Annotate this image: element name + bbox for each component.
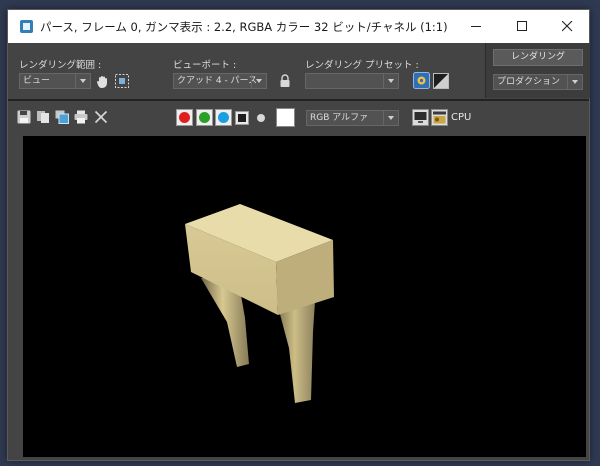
close-button[interactable] (544, 10, 590, 43)
blue-dot-icon (218, 112, 229, 123)
title-bar: パース, フレーム 0, ガンマ表示 : 2.2, RGBA カラー 32 ビッ… (8, 10, 589, 43)
render-window-icon[interactable] (431, 109, 448, 126)
preset-label: レンダリング プリセット : (305, 60, 419, 71)
environment-effects-icon[interactable] (433, 73, 449, 89)
frame-toolbar: RGB アルファ CPU (8, 101, 589, 134)
alpha-channel-icon[interactable] (235, 111, 249, 125)
blue-channel-toggle[interactable] (215, 109, 232, 126)
chevron-down-icon (383, 111, 398, 125)
chevron-down-icon (251, 74, 266, 88)
pan-hand-icon[interactable] (95, 73, 111, 89)
preset-dropdown[interactable] (305, 73, 399, 89)
swatch-box[interactable] (276, 108, 295, 127)
red-channel-toggle[interactable] (176, 109, 193, 126)
minimize-icon (471, 26, 481, 27)
render-area-label: レンダリング範囲 : (19, 60, 102, 71)
viewport-label: ビューポート : (173, 60, 237, 71)
chevron-down-icon (383, 74, 398, 88)
red-dot-icon (179, 112, 190, 123)
copy-icon[interactable] (36, 110, 50, 124)
render-button[interactable]: レンダリング (493, 49, 583, 66)
render-area-value: ビュー (23, 76, 51, 86)
window-title: パース, フレーム 0, ガンマ表示 : 2.2, RGBA カラー 32 ビッ… (40, 20, 448, 34)
viewport-value: クアッド 4 - パース (177, 76, 258, 86)
minimize-button[interactable] (453, 10, 499, 43)
clone-window-icon[interactable] (55, 110, 69, 124)
renderer-label: CPU (451, 112, 472, 123)
close-icon (562, 21, 573, 32)
green-dot-icon (199, 112, 210, 123)
save-icon[interactable] (17, 110, 31, 124)
auto-region-icon[interactable] (114, 73, 130, 89)
green-channel-toggle[interactable] (196, 109, 213, 126)
print-icon[interactable] (74, 110, 88, 124)
lock-icon[interactable] (277, 73, 293, 89)
render-area-dropdown[interactable]: ビュー (19, 73, 91, 89)
render-setup-icon[interactable] (413, 72, 430, 89)
chevron-down-icon (75, 74, 90, 88)
channel-display-value: RGB アルファ (310, 113, 369, 123)
rendered-frame-window: パース, フレーム 0, ガンマ表示 : 2.2, RGBA カラー 32 ビッ… (7, 9, 590, 461)
production-value: プロダクション (497, 77, 561, 87)
production-dropdown[interactable]: プロダクション (493, 74, 583, 90)
app-icon (20, 20, 33, 33)
frame-buffer-toggle-icon[interactable] (412, 109, 429, 126)
chevron-down-icon (567, 75, 582, 89)
channel-display-dropdown[interactable]: RGB アルファ (306, 110, 399, 126)
maximize-icon (517, 21, 527, 31)
render-action-panel: レンダリング プロダクション (485, 43, 590, 98)
viewport-dropdown[interactable]: クアッド 4 - パース (173, 73, 267, 89)
render-viewport (23, 136, 586, 457)
clear-icon[interactable] (94, 110, 108, 124)
rendered-object-image (185, 204, 334, 403)
maximize-button[interactable] (499, 10, 545, 43)
monochrome-icon[interactable] (254, 111, 268, 125)
